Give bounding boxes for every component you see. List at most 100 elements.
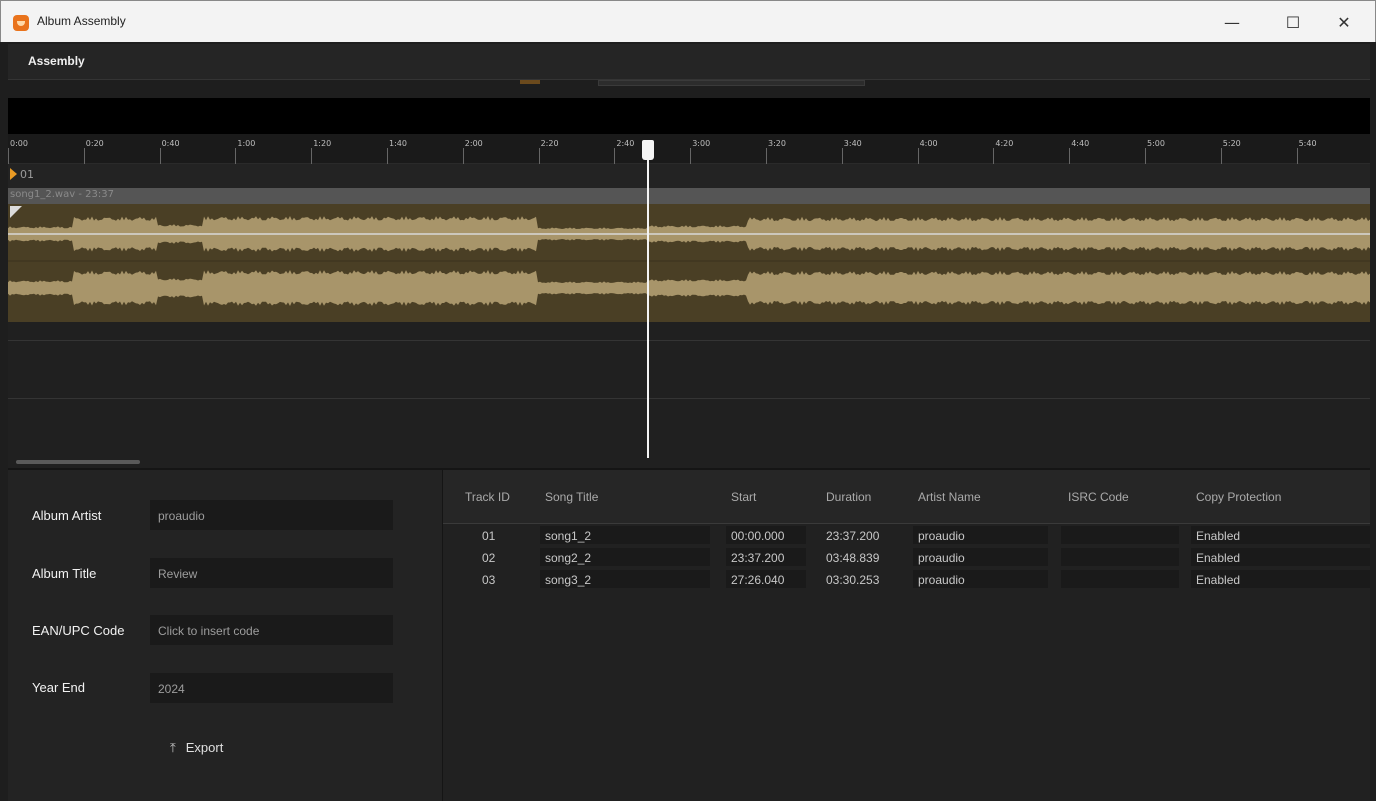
clip-header[interactable]: song1_2.wav - 23:37 xyxy=(8,188,1370,204)
timeline-ruler[interactable]: 0:00 0:20 0:40 1:00 1:20 1:40 2:00 2:20 2:40 3:00… xyxy=(8,134,1370,164)
cell-artist-name[interactable]: proaudio xyxy=(913,526,1048,544)
close-button[interactable]: ✕ xyxy=(1321,9,1367,37)
export-label: Export xyxy=(185,740,224,755)
ruler-tick-label: 0:40 xyxy=(161,139,180,148)
ean-upc-field[interactable]: Click to insert code xyxy=(150,615,393,645)
ruler-tick-label: 1:00 xyxy=(237,139,256,148)
ruler-tick-label: 3:00 xyxy=(692,139,711,148)
ruler-tick-label: 2:20 xyxy=(540,139,559,148)
cell-start[interactable]: 23:37.200 xyxy=(726,548,806,566)
col-track-id[interactable]: Track ID xyxy=(465,490,510,504)
toolbar-scroll[interactable] xyxy=(598,80,865,86)
cell-artist-name[interactable]: proaudio xyxy=(913,570,1048,588)
ruler-tick-mark xyxy=(8,148,9,164)
cell-duration: 03:30.253 xyxy=(826,573,880,587)
cell-isrc-code[interactable] xyxy=(1061,548,1179,566)
ruler-tick-mark xyxy=(235,148,237,164)
year-end-label: Year End xyxy=(32,680,86,695)
cell-song-title[interactable]: song2_2 xyxy=(540,548,710,566)
export-icon: ⤒ xyxy=(170,740,176,755)
col-isrc-code[interactable]: ISRC Code xyxy=(1068,490,1129,504)
ruler-tick-mark xyxy=(766,148,767,164)
ruler-tick-mark xyxy=(690,148,692,164)
ruler-tick-label: 5:00 xyxy=(1147,139,1165,148)
toolbar-accent xyxy=(520,80,540,84)
horizontal-scrollbar[interactable] xyxy=(16,460,140,464)
toolbar-remnant xyxy=(520,80,865,86)
col-song-title[interactable]: Song Title xyxy=(545,490,598,504)
col-duration[interactable]: Duration xyxy=(826,490,871,504)
ruler-tick-mark xyxy=(387,148,388,164)
cell-song-title[interactable]: song1_2 xyxy=(540,526,710,544)
ruler-tick-mark xyxy=(614,148,616,164)
cell-start[interactable]: 27:26.040 xyxy=(726,570,806,588)
fade-in-handle[interactable] xyxy=(10,206,22,218)
cell-track-id: 02 xyxy=(482,551,496,565)
cell-copy-protection[interactable]: Enabled xyxy=(1191,570,1370,588)
cell-isrc-code[interactable] xyxy=(1061,570,1179,588)
maximize-button[interactable]: ☐ xyxy=(1270,9,1316,37)
album-artist-label: Album Artist xyxy=(32,508,102,523)
menu-bar: Assembly xyxy=(8,44,1370,80)
ruler-tick-mark xyxy=(917,148,919,164)
cell-start[interactable]: 00:00.000 xyxy=(726,526,806,544)
waveform-graphic xyxy=(8,206,1370,306)
ruler-tick-mark xyxy=(1220,148,1222,164)
track-marker-label: 01 xyxy=(20,168,34,181)
cell-copy-protection[interactable]: Enabled xyxy=(1191,548,1370,566)
col-artist-name[interactable]: Artist Name xyxy=(918,490,981,504)
ruler-tick-label: 4:20 xyxy=(995,139,1014,148)
cell-artist-name[interactable]: proaudio xyxy=(913,548,1048,566)
cell-song-title[interactable]: song3_2 xyxy=(540,570,710,588)
track-marker-icon[interactable] xyxy=(10,168,17,180)
waveform-channel xyxy=(8,270,1370,306)
cell-track-id: 01 xyxy=(482,529,496,543)
col-copy-protection[interactable]: Copy Protection xyxy=(1196,490,1281,504)
ruler-tick-mark xyxy=(1296,148,1298,164)
album-artist-field[interactable]: proaudio xyxy=(150,500,393,530)
playhead-handle[interactable] xyxy=(642,140,654,160)
window-title: Album Assembly xyxy=(37,14,126,28)
cell-isrc-code[interactable] xyxy=(1061,526,1179,544)
year-end-field[interactable]: 2024 xyxy=(150,673,393,703)
album-title-label: Album Title xyxy=(32,566,97,581)
ruler-tick-label: 3:20 xyxy=(768,139,786,148)
ruler-tick-mark xyxy=(1069,148,1071,164)
track-marker-row[interactable]: 01 xyxy=(8,164,1370,188)
overview-band[interactable] xyxy=(8,98,1370,134)
empty-track-lanes[interactable] xyxy=(8,322,1370,468)
lane-divider xyxy=(8,398,1370,399)
ruler-tick-mark xyxy=(83,148,85,164)
table-header: Track ID Song Title Start Duration Artis… xyxy=(443,470,1370,524)
ruler-tick-label: 3:40 xyxy=(843,139,862,148)
ruler-tick-label: 4:40 xyxy=(1071,139,1090,148)
minimize-button[interactable]: — xyxy=(1209,9,1255,37)
ean-upc-label: EAN/UPC Code xyxy=(32,623,125,638)
ruler-tick-mark xyxy=(993,148,995,164)
ruler-tick-label: 4:00 xyxy=(919,139,938,148)
ruler-tick-mark xyxy=(311,148,313,164)
audio-clip-waveform[interactable] xyxy=(8,204,1370,322)
cell-track-id: 03 xyxy=(482,573,496,587)
ruler-tick-label: 5:20 xyxy=(1222,139,1241,148)
ruler-tick-mark xyxy=(1145,148,1146,164)
ruler-tick-label: 0:20 xyxy=(85,139,104,148)
menu-item-assembly[interactable]: Assembly xyxy=(28,54,85,68)
export-button[interactable]: ⤒ Export xyxy=(170,740,223,764)
table-row[interactable]: 03 song3_2 27:26.040 03:30.253 proaudio … xyxy=(443,570,1370,590)
table-row[interactable]: 01 song1_2 00:00.000 23:37.200 proaudio … xyxy=(443,526,1370,546)
app-icon xyxy=(13,15,29,31)
ruler-tick-label: 1:20 xyxy=(313,139,332,148)
title-bar: Album Assembly — ☐ ✕ xyxy=(0,0,1376,42)
playhead-line xyxy=(647,146,649,458)
table-row[interactable]: 02 song2_2 23:37.200 03:48.839 proaudio … xyxy=(443,548,1370,568)
album-title-field[interactable]: Review xyxy=(150,558,393,588)
ruler-tick-mark xyxy=(462,148,464,164)
ruler-tick-label: 2:40 xyxy=(616,139,635,148)
cell-copy-protection[interactable]: Enabled xyxy=(1191,526,1370,544)
col-start[interactable]: Start xyxy=(731,490,756,504)
ruler-tick-label: 5:40 xyxy=(1298,139,1317,148)
cell-duration: 03:48.839 xyxy=(826,551,880,565)
cell-duration: 23:37.200 xyxy=(826,529,880,543)
ruler-tick-label: 0:00 xyxy=(10,139,28,148)
